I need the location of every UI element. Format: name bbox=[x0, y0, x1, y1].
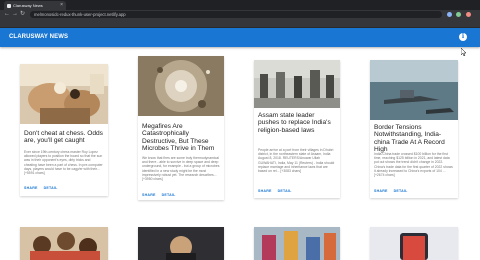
reload-icon[interactable]: ↻ bbox=[20, 11, 25, 18]
detail-button[interactable]: DETAIL bbox=[278, 189, 292, 193]
tab-favicon-icon bbox=[7, 3, 11, 8]
browser-tab[interactable]: Clarusway News × bbox=[4, 1, 66, 10]
news-card: Don't cheat at chess. Odds are, you'll g… bbox=[20, 64, 108, 196]
mouse-cursor-icon bbox=[461, 48, 467, 56]
tab-close-icon[interactable]: × bbox=[60, 2, 63, 9]
news-card bbox=[138, 227, 224, 260]
detail-button[interactable]: DETAIL bbox=[394, 189, 408, 193]
news-card-image[interactable] bbox=[370, 227, 458, 260]
news-card-description: Ever since 19th-century chess master Roy… bbox=[24, 150, 103, 176]
news-card-image[interactable] bbox=[20, 64, 108, 124]
share-button[interactable]: SHARE bbox=[24, 186, 38, 190]
news-card: Megafires Are Catastrophically Destructi… bbox=[138, 56, 224, 200]
extension-icon[interactable] bbox=[447, 12, 452, 17]
news-card-description: India-China trade crossed $100 billion f… bbox=[374, 152, 453, 178]
news-card-description: People arrive at a port from their villa… bbox=[258, 148, 335, 174]
news-card-image[interactable] bbox=[254, 227, 340, 260]
news-card-image[interactable] bbox=[138, 227, 224, 260]
brand-title[interactable]: CLARUSWAY NEWS bbox=[9, 34, 68, 40]
news-card-title: Assam state leader pushes to replace Ind… bbox=[258, 112, 331, 134]
tab-title: Clarusway News bbox=[13, 3, 43, 8]
app-bar: CLARUSWAY NEWS i bbox=[0, 28, 480, 47]
news-card-image[interactable] bbox=[370, 60, 458, 120]
news-card: Assam state leader pushes to replace Ind… bbox=[254, 60, 340, 198]
bookmarks-bar: ClarusqueIVUCodeSandboxTravelBbitFaceboo… bbox=[0, 19, 480, 28]
news-card-title: Megafires Are Catastrophically Destructi… bbox=[142, 123, 215, 153]
browser-toolbar: ← → ↻ melmonosidc-redux-thunk-user-proje… bbox=[0, 10, 480, 19]
back-arrow-icon[interactable]: ← bbox=[4, 11, 10, 18]
news-card bbox=[254, 227, 340, 260]
share-button[interactable]: SHARE bbox=[374, 189, 388, 193]
news-card-image[interactable] bbox=[138, 56, 224, 116]
news-card-image[interactable] bbox=[254, 60, 340, 108]
address-bar[interactable]: melmonosidc-redux-thunk-user-project.net… bbox=[30, 11, 442, 18]
detail-button[interactable]: DETAIL bbox=[162, 193, 176, 197]
news-card-title: Don't cheat at chess. Odds are, you'll g… bbox=[24, 130, 103, 145]
info-icon[interactable]: i bbox=[459, 33, 467, 41]
profile-avatar-icon[interactable] bbox=[466, 12, 471, 17]
browser-tab-strip: Clarusway News × bbox=[0, 0, 480, 10]
forward-arrow-icon[interactable]: → bbox=[12, 11, 18, 18]
news-card-image[interactable] bbox=[20, 227, 108, 260]
detail-button[interactable]: DETAIL bbox=[44, 186, 58, 190]
news-card-title: Border Tensions Notwithstanding, India-c… bbox=[374, 124, 445, 154]
news-card bbox=[370, 227, 458, 260]
news-card bbox=[20, 227, 108, 260]
url-text: melmonosidc-redux-thunk-user-project.net… bbox=[34, 12, 126, 17]
news-card: Border Tensions Notwithstanding, India-c… bbox=[370, 60, 458, 198]
news-card-description: We know that fires are some truly thermo… bbox=[142, 156, 220, 182]
extension-icon[interactable] bbox=[456, 12, 461, 17]
share-button[interactable]: SHARE bbox=[142, 193, 156, 197]
share-button[interactable]: SHARE bbox=[258, 189, 272, 193]
